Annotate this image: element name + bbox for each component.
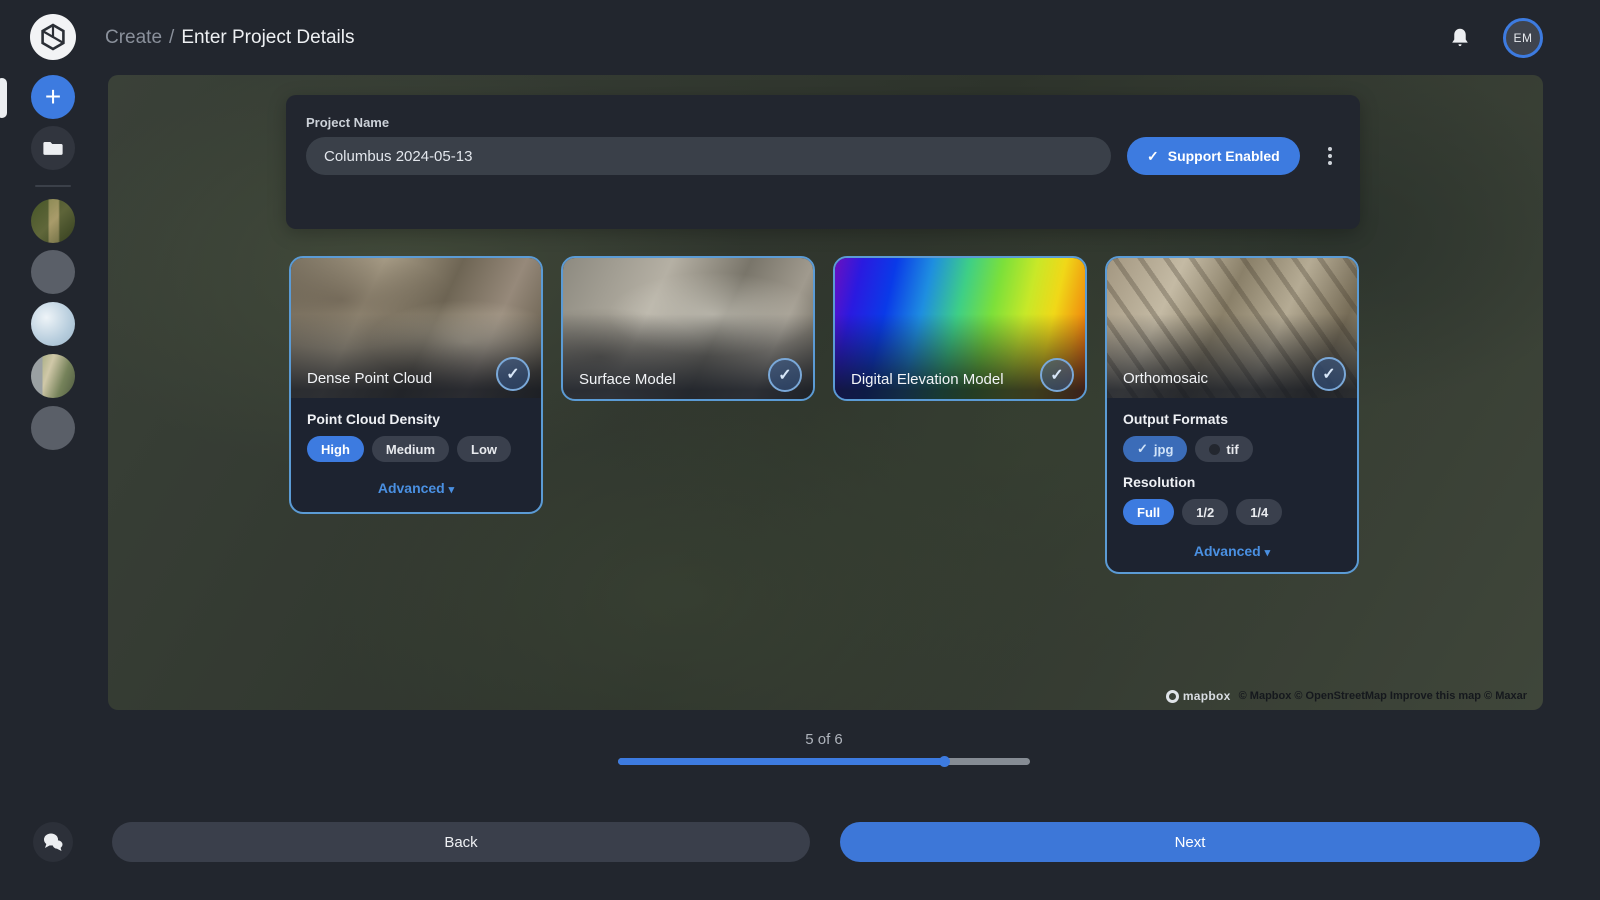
selected-check-toggle[interactable]: ✓ xyxy=(768,358,802,392)
active-item-indicator xyxy=(0,78,7,118)
next-button[interactable]: Next xyxy=(840,822,1540,862)
mapbox-logo[interactable]: mapbox xyxy=(1166,689,1231,703)
support-chat-button[interactable] xyxy=(33,822,73,862)
progress-bar-fill xyxy=(618,758,948,765)
support-button-label: Support Enabled xyxy=(1168,148,1280,164)
check-icon: ✓ xyxy=(778,365,791,385)
user-avatar[interactable]: EM xyxy=(1503,18,1543,58)
project-thumbnail-3[interactable] xyxy=(31,302,75,346)
output-card-digital-elevation-model[interactable]: Digital Elevation Model ✓ xyxy=(833,256,1087,401)
header: Create / Enter Project Details EM xyxy=(0,0,1600,75)
format-options: ✓ jpg tif xyxy=(1123,436,1341,462)
bell-icon xyxy=(1447,26,1473,52)
notifications-button[interactable] xyxy=(1447,26,1473,52)
point-cloud-density-label: Point Cloud Density xyxy=(307,411,525,427)
check-icon: ✓ xyxy=(1322,364,1335,384)
selected-check-toggle[interactable]: ✓ xyxy=(1040,358,1074,392)
dense-point-cloud-preview: Dense Point Cloud ✓ xyxy=(291,258,541,398)
check-icon: ✓ xyxy=(1050,365,1063,385)
mapbox-wordmark: mapbox xyxy=(1183,689,1231,703)
back-button[interactable]: Back xyxy=(112,822,810,862)
resolution-label: Resolution xyxy=(1123,474,1341,490)
resolution-option-quarter[interactable]: 1/4 xyxy=(1236,499,1282,525)
output-card-surface-model[interactable]: Surface Model ✓ xyxy=(561,256,815,401)
advanced-toggle[interactable]: Advanced ▾ xyxy=(307,474,525,510)
resolution-option-half[interactable]: 1/2 xyxy=(1182,499,1228,525)
card-title: Surface Model xyxy=(579,371,676,388)
breadcrumb: Create / Enter Project Details xyxy=(105,0,355,75)
project-name-label: Project Name xyxy=(306,115,389,130)
project-thumbnail-5[interactable] xyxy=(31,406,75,450)
chevron-down-icon: ▾ xyxy=(1265,547,1271,559)
sidebar-divider xyxy=(35,185,71,187)
page-title: Enter Project Details xyxy=(181,27,354,49)
unchecked-dot-icon xyxy=(1209,444,1220,455)
attribution-links[interactable]: © Mapbox © OpenStreetMap Improve this ma… xyxy=(1239,690,1527,702)
plus-icon: + xyxy=(45,83,61,111)
sidebar: + xyxy=(0,75,108,900)
format-option-tif[interactable]: tif xyxy=(1195,436,1252,462)
avatar-initials: EM xyxy=(1514,31,1533,45)
cube-logo-icon xyxy=(38,22,68,52)
orthomosaic-preview: Orthomosaic ✓ xyxy=(1107,258,1357,398)
card-title: Orthomosaic xyxy=(1123,370,1208,387)
density-option-low[interactable]: Low xyxy=(457,436,511,462)
breadcrumb-section[interactable]: Create xyxy=(105,27,162,49)
check-icon: ✓ xyxy=(1137,441,1148,457)
project-thumbnail-2[interactable] xyxy=(31,250,75,294)
density-option-medium[interactable]: Medium xyxy=(372,436,449,462)
app-root: Create / Enter Project Details EM + xyxy=(0,0,1600,900)
dem-preview: Digital Elevation Model ✓ xyxy=(835,258,1085,399)
kebab-menu-icon[interactable] xyxy=(1320,140,1340,172)
check-icon: ✓ xyxy=(506,364,519,384)
format-option-jpg[interactable]: ✓ jpg xyxy=(1123,436,1187,462)
progress-knob xyxy=(939,756,950,767)
selected-check-toggle[interactable]: ✓ xyxy=(1312,357,1346,391)
output-card-orthomosaic[interactable]: Orthomosaic ✓ Output Formats ✓ jpg tif R… xyxy=(1105,256,1359,574)
projects-folder-button[interactable] xyxy=(31,126,75,170)
mapbox-logo-icon xyxy=(1166,690,1179,703)
progress-bar xyxy=(618,758,1030,765)
project-name-input[interactable] xyxy=(306,137,1111,175)
output-card-dense-point-cloud[interactable]: Dense Point Cloud ✓ Point Cloud Density … xyxy=(289,256,543,514)
resolution-options: Full 1/2 1/4 xyxy=(1123,499,1341,525)
map-attribution: mapbox © Mapbox © OpenStreetMap Improve … xyxy=(1166,689,1527,703)
app-logo[interactable] xyxy=(30,14,76,60)
surface-model-preview: Surface Model ✓ xyxy=(563,258,813,399)
project-thumbnail-1[interactable] xyxy=(31,199,75,243)
output-formats-label: Output Formats xyxy=(1123,411,1341,427)
resolution-option-full[interactable]: Full xyxy=(1123,499,1174,525)
card-title: Dense Point Cloud xyxy=(307,370,432,387)
card-title: Digital Elevation Model xyxy=(851,371,1004,388)
density-options: High Medium Low xyxy=(307,436,525,462)
density-option-high[interactable]: High xyxy=(307,436,364,462)
selected-check-toggle[interactable]: ✓ xyxy=(496,357,530,391)
advanced-toggle[interactable]: Advanced ▾ xyxy=(1123,537,1341,573)
chat-bubbles-icon xyxy=(41,831,65,853)
project-details-panel: Project Name ✓ Support Enabled xyxy=(286,95,1360,229)
chevron-down-icon: ▾ xyxy=(449,484,455,496)
support-enabled-button[interactable]: ✓ Support Enabled xyxy=(1127,137,1300,175)
folder-icon xyxy=(42,137,64,159)
breadcrumb-separator: / xyxy=(169,27,174,49)
project-thumbnail-4[interactable] xyxy=(31,354,75,398)
check-icon: ✓ xyxy=(1147,148,1159,165)
new-project-button[interactable]: + xyxy=(31,75,75,119)
step-indicator: 5 of 6 xyxy=(618,731,1030,748)
